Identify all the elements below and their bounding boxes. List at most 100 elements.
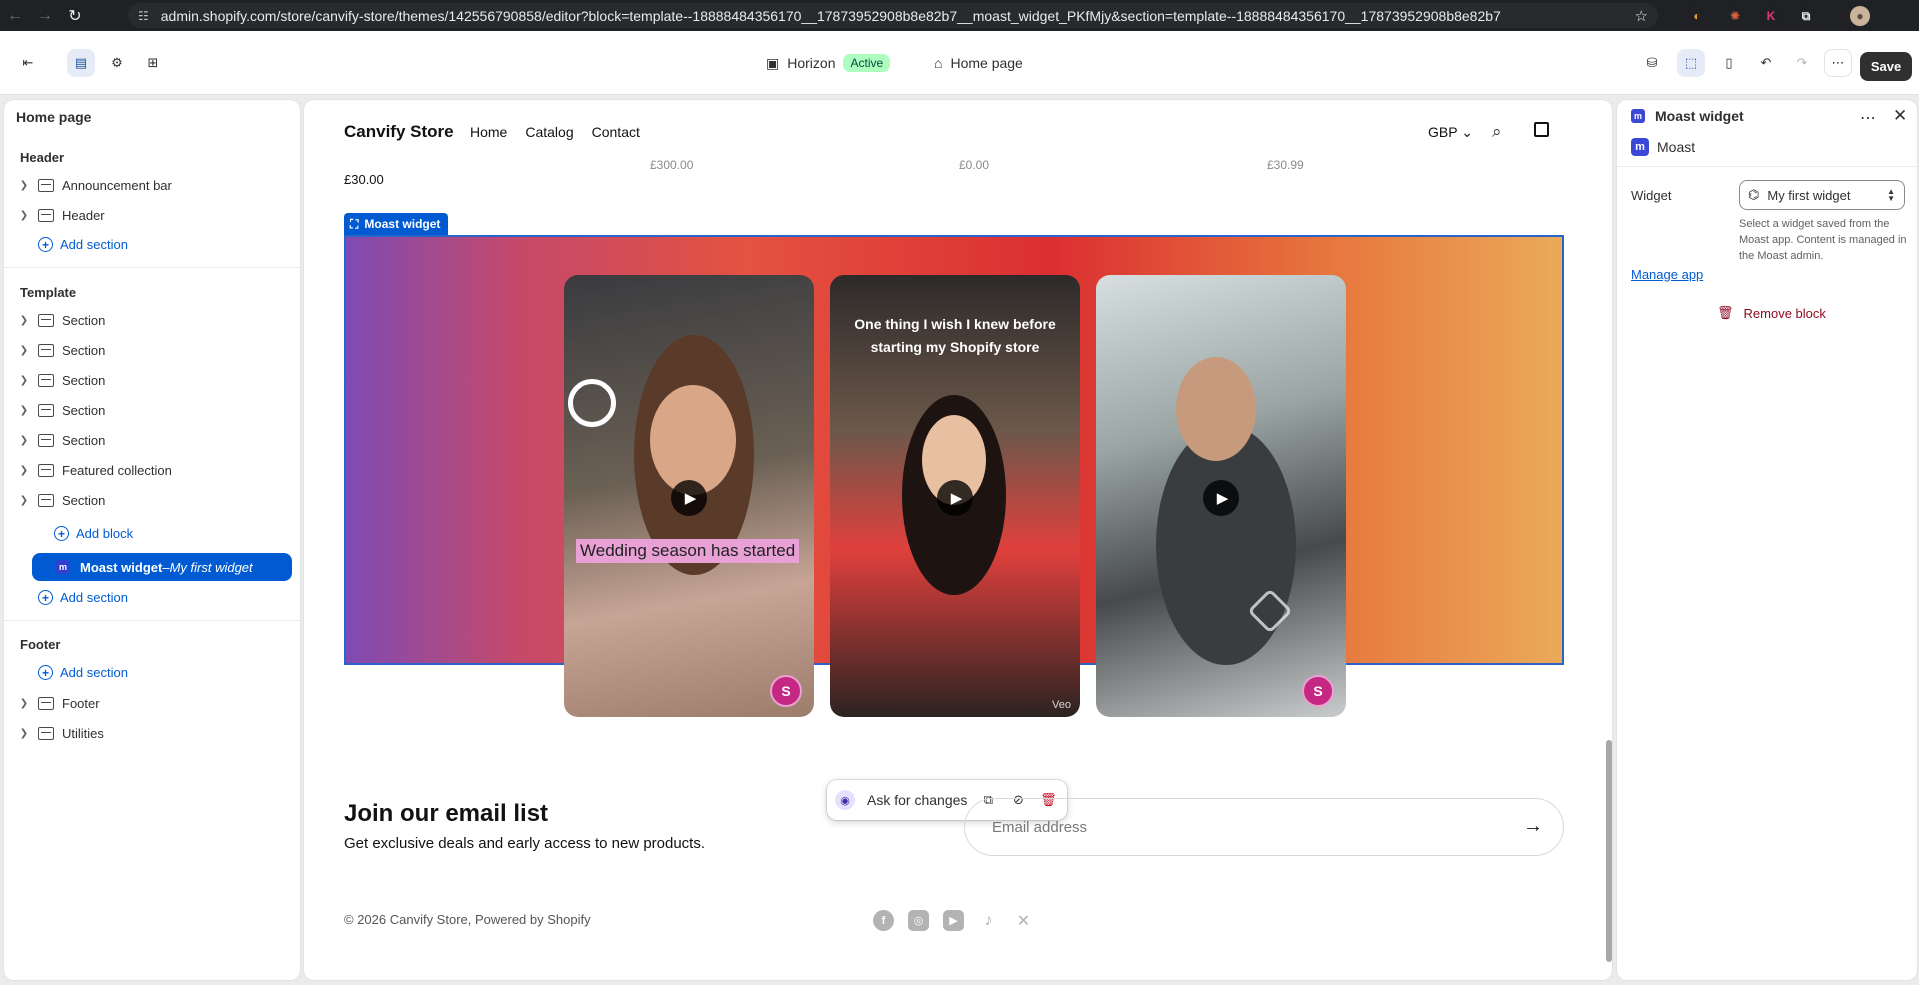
search-icon[interactable]: ⌕ [1492, 122, 1502, 142]
moast-widget-block[interactable]: ▶ Wedding season has started S One thing… [344, 235, 1564, 717]
more-actions-icon[interactable]: ⋯ [1824, 49, 1852, 77]
product-price: £30.00 [344, 172, 384, 187]
section-icon [38, 726, 54, 740]
ask-for-changes-button[interactable]: Ask for changes [867, 792, 967, 808]
sidebar-item-section[interactable]: ❯ Section [18, 307, 288, 333]
x-icon[interactable]: ✕ [1013, 910, 1034, 931]
section-icon [38, 493, 54, 507]
theme-status-badge: Active [843, 54, 891, 72]
section-icon [38, 343, 54, 357]
exit-icon[interactable]: ⇤ [14, 49, 42, 77]
arrow-right-icon[interactable]: → [1523, 816, 1543, 836]
back-icon[interactable]: ← [0, 0, 30, 31]
widget-label: Widget [1631, 188, 1672, 203]
chevron-right-icon[interactable]: ❯ [18, 405, 30, 416]
instagram-icon[interactable]: ◎ [908, 910, 929, 931]
select-frame-icon: ⛶ [350, 216, 359, 231]
save-button[interactable]: Save [1860, 52, 1912, 81]
sidebar-item-header[interactable]: ❯ Header [18, 202, 288, 228]
tiktok-icon[interactable]: ♪ [978, 910, 999, 931]
forward-icon[interactable]: → [30, 0, 60, 31]
remove-block-button[interactable]: 🗑 Remove block [1717, 305, 1826, 321]
video-card[interactable]: ▶ S [1096, 275, 1346, 717]
sidebar-item-moast-widget-selected[interactable]: m Moast widget – My first widget [32, 553, 292, 581]
address-bar[interactable]: ☷ admin.shopify.com/store/canvify-store/… [128, 3, 1658, 28]
extension-moon-icon[interactable]: ◐ [1687, 6, 1707, 26]
add-section-header-button[interactable]: + Add section [38, 237, 128, 252]
sidebar-item-section[interactable]: ❯ Section [18, 427, 288, 453]
product-price-faint: £0.00 [959, 158, 990, 172]
add-section-footer-button[interactable]: + Add section [38, 665, 128, 680]
inspector-select-icon[interactable]: ⬚ [1677, 49, 1705, 77]
bookmark-star-icon[interactable]: ☆ [1635, 7, 1648, 25]
page-name: Home page [950, 55, 1023, 71]
add-section-template-button[interactable]: + Add section [38, 590, 128, 605]
database-icon[interactable]: ⛁ [1638, 49, 1666, 77]
storefront-preview[interactable]: Canvify Store Home Catalog Contact GBP ⌄… [304, 100, 1612, 980]
social-links: f ◎ ▶ ♪ ✕ [873, 910, 1034, 931]
sidebar-item-section-expanded[interactable]: ❯ Section [18, 487, 288, 513]
video-card[interactable]: One thing I wish I knew before starting … [830, 275, 1080, 717]
mobile-preview-icon[interactable]: ▯ [1715, 49, 1743, 77]
footer-copyright: © 2026 Canvify Store, Powered by Shopify [344, 912, 591, 927]
nav-link-contact[interactable]: Contact [592, 124, 640, 140]
chevron-right-icon[interactable]: ❯ [18, 315, 30, 326]
chevron-right-icon[interactable]: ❯ [18, 345, 30, 356]
cart-icon[interactable] [1534, 122, 1549, 137]
video-card[interactable]: ▶ Wedding season has started S [564, 275, 814, 717]
plus-circle-icon: + [38, 237, 53, 252]
divider [4, 620, 300, 621]
page-selector[interactable]: ⌂ Home page [934, 51, 1023, 75]
sidebar-item-announcement-bar[interactable]: ❯ Announcement bar [18, 172, 288, 198]
store-logo-text[interactable]: Canvify Store [344, 122, 454, 142]
site-info-icon[interactable]: ☷ [138, 9, 149, 23]
play-icon[interactable]: ▶ [937, 480, 973, 516]
group-template-label: Template [20, 285, 77, 300]
email-input[interactable]: Email address → [964, 798, 1564, 856]
add-block-button[interactable]: + Add block [54, 526, 133, 541]
app-embeds-icon[interactable]: ⊞ [139, 49, 167, 77]
extension-k-icon[interactable]: K [1761, 6, 1781, 26]
chevron-right-icon[interactable]: ❯ [18, 210, 30, 221]
plus-circle-icon: + [38, 590, 53, 605]
sidebar-item-footer[interactable]: ❯ Footer [18, 690, 288, 716]
chevron-down-icon[interactable]: ❯ [18, 495, 30, 506]
selected-block-tag[interactable]: ⛶ Moast widget [344, 213, 449, 235]
sections-icon[interactable]: ▤ [67, 49, 95, 77]
extension-asterisk-icon[interactable]: ✺ [1725, 6, 1745, 26]
theme-settings-gear-icon[interactable]: ⚙ [103, 49, 131, 77]
redo-icon[interactable]: ↷ [1788, 49, 1816, 77]
brand-logo-icon: S [770, 675, 802, 707]
chevron-right-icon[interactable]: ❯ [18, 435, 30, 446]
chevron-right-icon[interactable]: ❯ [18, 180, 30, 191]
section-icon [38, 403, 54, 417]
undo-icon[interactable]: ↶ [1752, 49, 1780, 77]
chevron-right-icon[interactable]: ❯ [18, 375, 30, 386]
plus-circle-icon: + [38, 665, 53, 680]
more-options-icon[interactable]: ⋯ [1860, 108, 1876, 128]
reload-icon[interactable]: ↻ [60, 0, 90, 31]
sidebar-item-featured-collection[interactable]: ❯ Featured collection [18, 457, 288, 483]
theme-info[interactable]: ▣ Horizon Active [766, 51, 891, 75]
close-icon[interactable]: ✕ [1893, 106, 1907, 126]
play-icon[interactable]: ▶ [1203, 480, 1239, 516]
chevron-right-icon[interactable]: ❯ [18, 698, 30, 709]
nav-link-catalog[interactable]: Catalog [525, 124, 573, 140]
sidebar-item-utilities[interactable]: ❯ Utilities [18, 720, 288, 746]
extensions-puzzle-icon[interactable]: ⧉ [1796, 6, 1816, 26]
chevron-right-icon[interactable]: ❯ [18, 728, 30, 739]
sidebar-item-section[interactable]: ❯ Section [18, 367, 288, 393]
manage-app-link[interactable]: Manage app [1631, 267, 1703, 282]
widget-select[interactable]: ⌬ My first widget ▲ ▼ [1739, 180, 1905, 210]
select-arrows-icon: ▲ ▼ [1887, 187, 1895, 203]
preview-scrollbar[interactable] [1606, 740, 1612, 962]
nav-link-home[interactable]: Home [470, 124, 507, 140]
currency-selector[interactable]: GBP ⌄ [1428, 124, 1473, 141]
sidebar-item-section[interactable]: ❯ Section [18, 397, 288, 423]
sidebar-item-section[interactable]: ❯ Section [18, 337, 288, 363]
facebook-icon[interactable]: f [873, 910, 894, 931]
chevron-right-icon[interactable]: ❯ [18, 465, 30, 476]
youtube-icon[interactable]: ▶ [943, 910, 964, 931]
profile-avatar[interactable]: ● [1850, 6, 1870, 26]
play-icon[interactable]: ▶ [671, 480, 707, 516]
